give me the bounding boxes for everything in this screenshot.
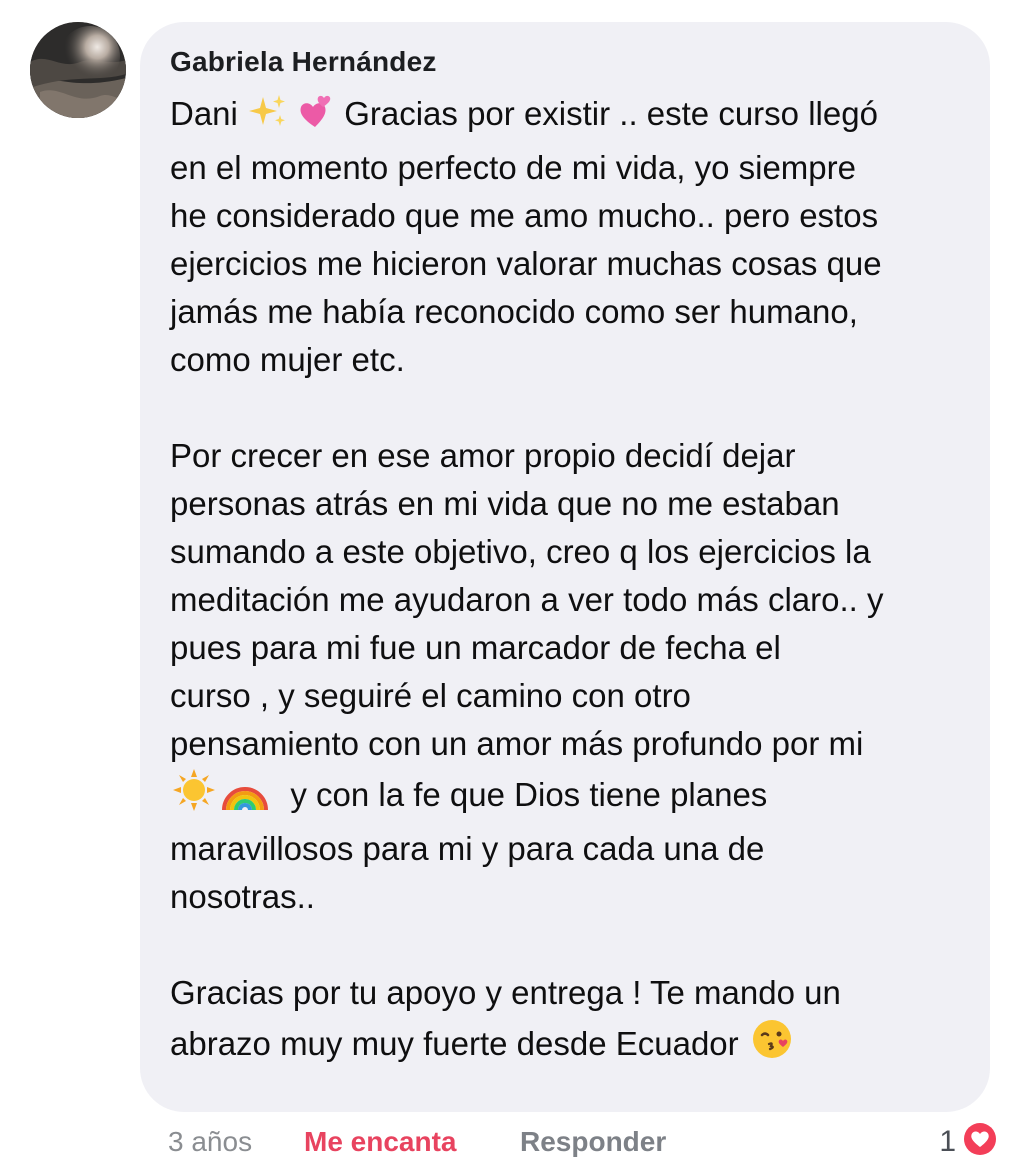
comment-text-segment: personas atrás en mi vida que no me esta… bbox=[170, 485, 840, 522]
comment-text-segment: pues para mi fue un marcador de fecha el bbox=[170, 629, 781, 666]
comment-actions: 3 años Me encanta Responder 1 bbox=[168, 1120, 1000, 1164]
comment-text-segment: abrazo muy muy fuerte desde Ecuador bbox=[170, 1025, 748, 1062]
comment-line: Dani Gracias por existir .. este curso l… bbox=[170, 90, 960, 144]
reaction-summary[interactable]: 1 bbox=[939, 1120, 1000, 1162]
comment-text-segment: nosotras.. bbox=[170, 878, 315, 915]
comment-text-segment: Gracias por existir .. este curso llegó bbox=[335, 95, 878, 132]
comment-text-segment: meditación me ayudaron a ver todo más cl… bbox=[170, 581, 884, 618]
kissing-face-icon bbox=[750, 1017, 794, 1074]
comment-text-segment: curso , y seguiré el camino con otro bbox=[170, 677, 691, 714]
comment-author[interactable]: Gabriela Hernández bbox=[170, 44, 960, 80]
comment-line: abrazo muy muy fuerte desde Ecuador bbox=[170, 1017, 960, 1074]
sparkles-icon bbox=[249, 91, 289, 144]
comment-text-segment: Por crecer en ese amor propio decidí dej… bbox=[170, 437, 796, 474]
comment-text-segment: en el momento perfecto de mi vida, yo si… bbox=[170, 149, 856, 186]
comment-text-segment: como mujer etc. bbox=[170, 341, 405, 378]
comment-text-segment: he considerado que me amo mucho.. pero e… bbox=[170, 197, 879, 234]
reaction-count: 1 bbox=[939, 1125, 956, 1158]
comment-line: como mujer etc. bbox=[170, 336, 960, 384]
comment-text-segment: ejercicios me hicieron valorar muchas co… bbox=[170, 245, 882, 282]
like-button[interactable]: Me encanta bbox=[304, 1122, 457, 1162]
comment-line: Por crecer en ese amor propio decidí dej… bbox=[170, 432, 960, 480]
comment-text-segment: pensamiento con un amor más profundo por… bbox=[170, 725, 864, 762]
comment-line: Gracias por tu apoyo y entrega ! Te mand… bbox=[170, 969, 960, 1017]
comment-text-segment: Dani bbox=[170, 95, 248, 132]
comment-line: meditación me ayudaron a ver todo más cl… bbox=[170, 576, 960, 624]
two-hearts-icon bbox=[293, 91, 333, 144]
comment-text-segment: Gracias por tu apoyo y entrega ! Te mand… bbox=[170, 974, 841, 1011]
comment-line: he considerado que me amo mucho.. pero e… bbox=[170, 192, 960, 240]
sun-icon bbox=[172, 768, 216, 825]
comment-line: personas atrás en mi vida que no me esta… bbox=[170, 480, 960, 528]
love-reaction-icon bbox=[960, 1119, 1000, 1166]
comment-line: en el momento perfecto de mi vida, yo si… bbox=[170, 144, 960, 192]
comment-line: pues para mi fue un marcador de fecha el bbox=[170, 624, 960, 672]
comment-text-segment: sumando a este objetivo, creo q los ejer… bbox=[170, 533, 871, 570]
comment-bubble: Gabriela Hernández Dani Gracias por exis… bbox=[140, 22, 990, 1112]
reply-button[interactable]: Responder bbox=[520, 1122, 666, 1162]
comment-line: curso , y seguiré el camino con otro bbox=[170, 672, 960, 720]
comment-line: nosotras.. bbox=[170, 873, 960, 921]
comment-line: jamás me había reconocido como ser human… bbox=[170, 288, 960, 336]
comment-text-segment: y con la fe que Dios tiene planes bbox=[272, 776, 768, 813]
comment-timestamp[interactable]: 3 años bbox=[168, 1122, 252, 1162]
rainbow-icon bbox=[220, 768, 270, 825]
comment-line: maravillosos para mi y para cada una de bbox=[170, 825, 960, 873]
comment-line: ejercicios me hicieron valorar muchas co… bbox=[170, 240, 960, 288]
comment-text-segment: maravillosos para mi y para cada una de bbox=[170, 830, 765, 867]
avatar[interactable] bbox=[30, 22, 126, 118]
comment-text: Dani Gracias por existir .. este curso l… bbox=[170, 90, 960, 1074]
comment-text-segment: jamás me había reconocido como ser human… bbox=[170, 293, 858, 330]
comment-line: sumando a este objetivo, creo q los ejer… bbox=[170, 528, 960, 576]
comment-line: y con la fe que Dios tiene planes bbox=[170, 768, 960, 825]
avatar-photo bbox=[30, 22, 126, 118]
comment-line: pensamiento con un amor más profundo por… bbox=[170, 720, 960, 768]
